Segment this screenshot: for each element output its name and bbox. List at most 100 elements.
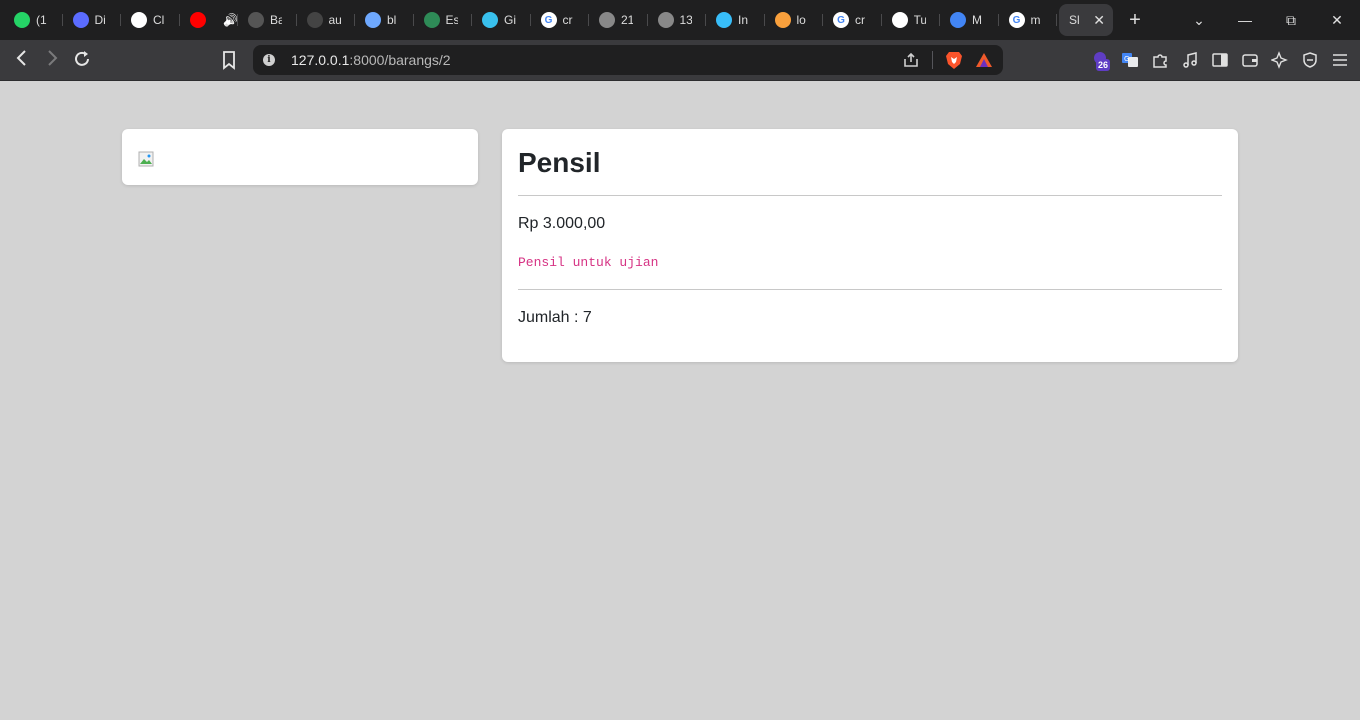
whatsapp-icon <box>14 12 30 28</box>
browser-tab[interactable]: M <box>940 4 999 36</box>
tab-label: bl <box>387 13 397 27</box>
window-controls: ⌄ — ⧉ ✕ <box>1176 0 1360 40</box>
tab-label: In <box>738 13 749 27</box>
menu-icon[interactable] <box>1330 49 1350 71</box>
product-detail-card: Pensil Rp 3.000,00 Pensil untuk ujian Ju… <box>502 129 1238 362</box>
url-text[interactable]: 127.0.0.1:8000/barangs/2 <box>291 52 451 68</box>
browser-tab[interactable]: Gcr <box>531 4 590 36</box>
sidebar-icon[interactable] <box>1210 49 1230 71</box>
tab-label: cr <box>855 13 865 27</box>
browser-tab[interactable]: Gi <box>472 4 531 36</box>
extension-badge: 26 <box>1096 59 1111 71</box>
tab-label: lo <box>796 13 806 27</box>
browser-tab[interactable]: 13 <box>648 4 707 36</box>
browser-toolbar: i 127.0.0.1:8000/barangs/2 26 G <box>0 40 1360 81</box>
close-window-icon[interactable]: ✕ <box>1314 12 1360 29</box>
restore-icon[interactable]: ⧉ <box>1268 12 1314 29</box>
product-description: Pensil untuk ujian <box>518 255 659 270</box>
divider <box>518 289 1222 290</box>
tab-label: Ba <box>270 13 282 27</box>
product-quantity: Jumlah : 7 <box>518 309 592 326</box>
brave-rewards-icon[interactable] <box>975 51 993 69</box>
google-icon: G <box>833 12 849 28</box>
browser-tab[interactable]: lo <box>765 4 824 36</box>
devin-icon <box>72 12 89 28</box>
back-icon[interactable] <box>10 49 34 71</box>
browser-tab[interactable]: Tu <box>882 4 941 36</box>
forward-icon[interactable] <box>40 49 64 71</box>
gem-icon <box>365 12 381 28</box>
tab-label: Tu <box>913 13 926 27</box>
translate-icon[interactable]: G <box>1120 49 1140 71</box>
extensions-area: 26 G <box>1090 49 1350 71</box>
tab-list: (1 Di Cl 🔊 Ba au bl Es Gi Gcr 21 13 In lo Gcr Tu M Gm Sl ✕ + <box>0 0 1145 40</box>
divider <box>518 195 1222 196</box>
youtube-icon <box>189 12 206 28</box>
product-title: Pensil <box>518 147 601 178</box>
browser-tab[interactable]: Di <box>63 4 122 36</box>
browser-tab-active[interactable]: Sl ✕ <box>1059 4 1113 36</box>
audio-playing-icon[interactable]: 🔊 <box>223 13 238 27</box>
browser-tab[interactable]: Gcr <box>823 4 882 36</box>
google-icon: G <box>540 12 557 28</box>
broken-image-icon <box>138 151 154 167</box>
minimize-icon[interactable]: — <box>1222 12 1268 28</box>
google-icon: G <box>1008 12 1025 28</box>
browser-tab[interactable]: Cl <box>121 4 180 36</box>
vpn-shield-icon[interactable] <box>1300 49 1320 71</box>
tailwind-icon <box>716 12 732 28</box>
browser-tab[interactable]: Gm <box>999 4 1058 36</box>
tab-label: cr <box>562 13 573 27</box>
site-info-icon[interactable]: i <box>263 54 275 66</box>
tab-label: m <box>1030 13 1041 27</box>
laravel-icon <box>774 12 791 28</box>
tab-strip: (1 Di Cl 🔊 Ba au bl Es Gi Gcr 21 13 In lo Gcr Tu M Gm Sl ✕ + <box>0 0 1360 40</box>
bookmark-icon[interactable] <box>219 49 241 71</box>
address-bar[interactable]: i 127.0.0.1:8000/barangs/2 <box>253 45 1003 75</box>
url-path: :8000/barangs/2 <box>349 52 451 68</box>
product-image-card <box>122 129 478 185</box>
tab-label: Di <box>94 13 106 27</box>
browser-tab[interactable]: Es <box>414 4 473 36</box>
openai-icon <box>131 12 147 28</box>
weather-extension-icon[interactable]: 26 <box>1090 49 1111 71</box>
puzzle-icon[interactable] <box>1150 49 1170 71</box>
chat-icon <box>891 12 908 28</box>
brave-shields-icon[interactable] <box>945 50 963 70</box>
keyboard-icon <box>248 12 264 28</box>
tab-label: 21 <box>621 13 633 27</box>
browser-tab[interactable]: Ba <box>238 4 297 36</box>
tab-label: Sl <box>1069 13 1080 27</box>
tab-search-icon[interactable]: ⌄ <box>1176 12 1222 29</box>
github-icon <box>599 12 615 28</box>
tab-label: (1 <box>36 13 47 27</box>
share-icon[interactable] <box>902 51 920 69</box>
browser-tab[interactable]: In <box>706 4 765 36</box>
reload-icon[interactable] <box>70 49 94 71</box>
browser-tab[interactable]: bl <box>355 4 414 36</box>
omnibox-actions <box>902 50 993 70</box>
tab-label: Cl <box>153 13 165 27</box>
meet-icon <box>950 12 966 28</box>
browser-tab[interactable]: 🔊 <box>180 4 238 36</box>
loading-icon <box>306 12 323 28</box>
browser-tab[interactable]: (1 <box>4 4 63 36</box>
new-tab-icon[interactable]: + <box>1125 9 1145 32</box>
product-price: Rp 3.000,00 <box>518 215 606 232</box>
url-host: 127.0.0.1 <box>291 52 350 68</box>
globe-icon <box>423 12 440 28</box>
music-icon[interactable] <box>1180 49 1200 71</box>
tab-label: 13 <box>679 13 692 27</box>
tab-label: Gi <box>504 13 516 27</box>
svg-text:G: G <box>1124 55 1129 63</box>
omnibox-divider <box>932 51 933 69</box>
tab-label: au <box>328 13 341 27</box>
leo-ai-icon[interactable] <box>1270 49 1290 71</box>
wallet-icon[interactable] <box>1240 49 1260 71</box>
browser-tab[interactable]: au <box>297 4 356 36</box>
page-content: Pensil Rp 3.000,00 Pensil untuk ujian Ju… <box>0 81 1360 720</box>
close-tab-icon[interactable]: ✕ <box>1093 12 1105 29</box>
browser-tab[interactable]: 21 <box>589 4 648 36</box>
orb-icon <box>482 12 498 28</box>
tab-label: Es <box>445 13 458 27</box>
